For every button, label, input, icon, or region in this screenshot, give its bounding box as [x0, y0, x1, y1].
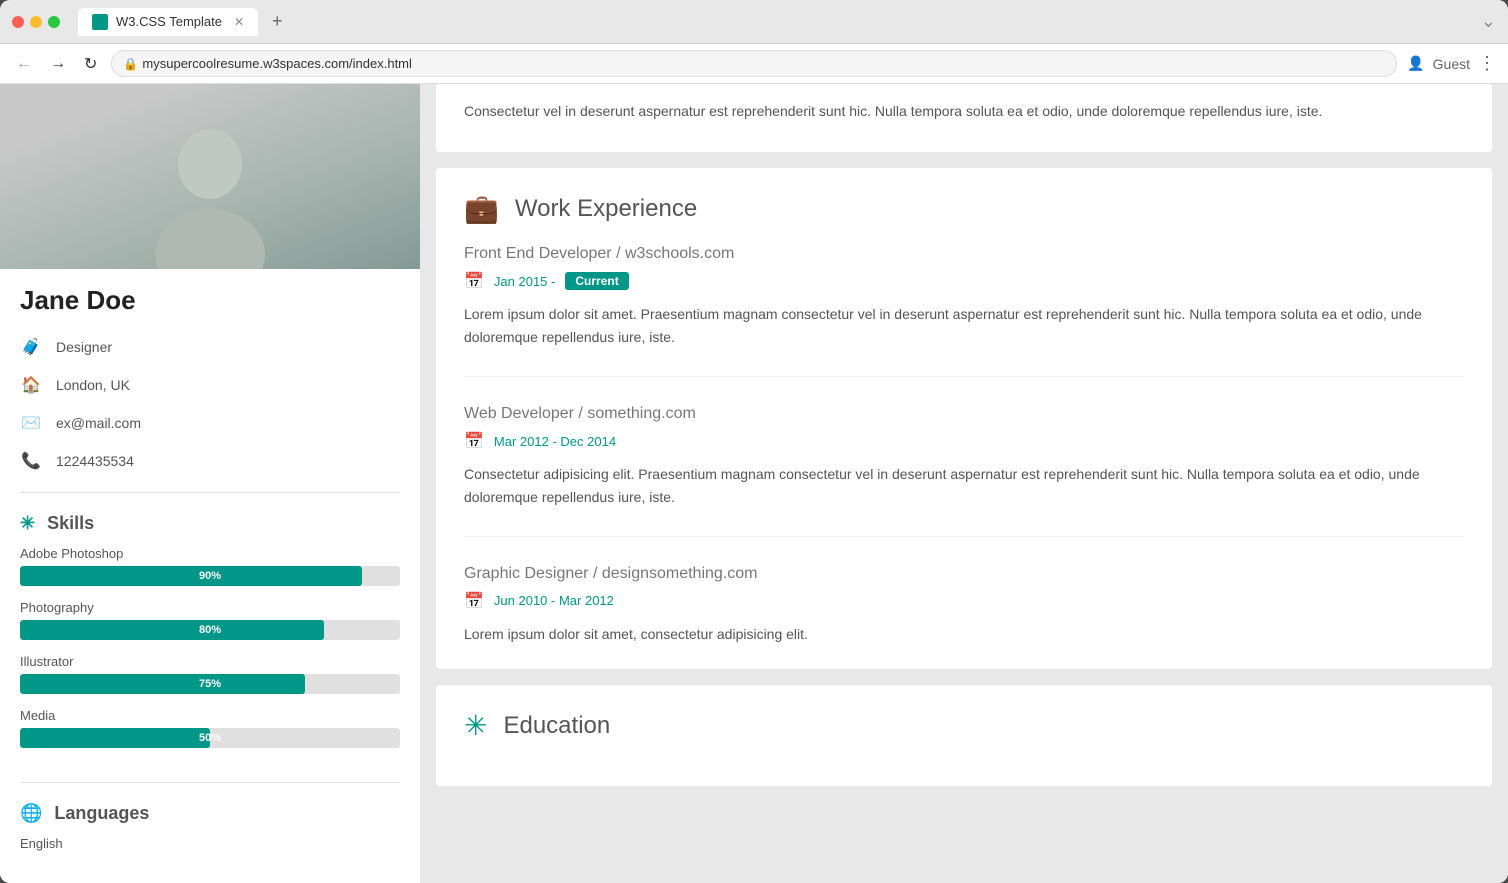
- tab-favicon: [92, 14, 108, 30]
- browser-menu: 👤 Guest ⋮: [1407, 53, 1496, 74]
- job-entry: Web Developer / something.com 📅 Mar 2012…: [464, 405, 1464, 537]
- user-avatar-icon: 👤: [1407, 55, 1424, 72]
- education-title-label: Education: [503, 712, 610, 740]
- browser-more-button[interactable]: ⋮: [1478, 53, 1496, 74]
- refresh-button[interactable]: ↻: [80, 50, 101, 78]
- minimize-dot[interactable]: [30, 16, 42, 28]
- skill-bar-label: 50%: [20, 728, 400, 748]
- skill-item: Illustrator 75%: [20, 654, 400, 694]
- intro-text: Consectetur vel in deserunt aspernatur e…: [464, 100, 1464, 122]
- job-title: Front End Developer / w3schools.com: [464, 245, 1464, 263]
- education-title: ✳ Education: [464, 709, 1464, 742]
- info-item-email: ✉️ ex@mail.com: [20, 404, 400, 442]
- skill-label: Illustrator: [20, 654, 400, 669]
- current-badge: Current: [565, 272, 628, 290]
- info-location-label: London, UK: [56, 377, 130, 393]
- job-description: Consectetur adipisicing elit. Praesentiu…: [464, 463, 1464, 508]
- address-input[interactable]: [111, 50, 1397, 77]
- intro-card: Consectetur vel in deserunt aspernatur e…: [436, 84, 1492, 152]
- browser-window: W3.CSS Template ✕ + ⌄ ← → ↻ 🔒 👤 Guest ⋮: [0, 0, 1508, 883]
- user-label: Guest: [1433, 56, 1470, 72]
- job-title: Graphic Designer / designsomething.com: [464, 565, 1464, 583]
- job-dates: 📅 Jun 2010 - Mar 2012: [464, 591, 1464, 611]
- tab-close-button[interactable]: ✕: [234, 15, 244, 29]
- skill-label: Adobe Photoshop: [20, 546, 400, 561]
- skill-bar-label: 90%: [20, 566, 400, 586]
- person-silhouette: [130, 109, 290, 269]
- email-icon: ✉️: [20, 412, 42, 434]
- browser-tab[interactable]: W3.CSS Template ✕: [78, 8, 258, 36]
- skill-item: Photography 80%: [20, 600, 400, 640]
- work-title-label: Work Experience: [515, 195, 697, 223]
- skills-section-title: ✳ Skills: [0, 505, 420, 546]
- tab-title: W3.CSS Template: [116, 14, 222, 29]
- close-dot[interactable]: [12, 16, 24, 28]
- calendar-icon: 📅: [464, 271, 484, 291]
- languages-section-title: 🌐 Languages: [0, 795, 420, 836]
- work-experience-card: 💼 Work Experience Front End Developer / …: [436, 168, 1492, 669]
- languages-title-label: Languages: [54, 803, 149, 824]
- home-icon: 🏠: [20, 374, 42, 396]
- job-entry: Front End Developer / w3schools.com 📅 Ja…: [464, 245, 1464, 377]
- job-date-start: Mar 2012 - Dec 2014: [494, 434, 616, 449]
- address-bar-wrapper: 🔒: [111, 50, 1397, 77]
- skill-bar-background: 90%: [20, 566, 400, 586]
- sidebar-divider-1: [20, 492, 400, 493]
- skills-container: Adobe Photoshop 90% Photography 80% Illu…: [0, 546, 420, 770]
- job-description: Lorem ipsum dolor sit amet. Praesentium …: [464, 303, 1464, 348]
- page-content: Jane Doe 🧳 Designer 🏠 London, UK ✉️ ex@m…: [0, 84, 1508, 883]
- back-button[interactable]: ←: [12, 51, 36, 77]
- new-tab-button[interactable]: +: [272, 11, 283, 32]
- education-icon: ✳: [464, 709, 487, 742]
- info-phone-label: 1224435534: [56, 453, 134, 469]
- language-item: English: [20, 836, 400, 851]
- job-title: Web Developer / something.com: [464, 405, 1464, 423]
- job-date-start: Jan 2015 -: [494, 274, 555, 289]
- skill-bar-background: 50%: [20, 728, 400, 748]
- profile-photo: [0, 84, 420, 269]
- window-controls: [12, 16, 60, 28]
- skill-bar-background: 75%: [20, 674, 400, 694]
- skill-label: Media: [20, 708, 400, 723]
- skill-bar-background: 80%: [20, 620, 400, 640]
- job-dates: 📅 Jan 2015 - Current: [464, 271, 1464, 291]
- job-entry: Graphic Designer / designsomething.com 📅…: [464, 565, 1464, 645]
- browser-titlebar: W3.CSS Template ✕ + ⌄: [0, 0, 1508, 44]
- maximize-dot[interactable]: [48, 16, 60, 28]
- job-dates: 📅 Mar 2012 - Dec 2014: [464, 431, 1464, 451]
- work-experience-title: 💼 Work Experience: [464, 192, 1464, 225]
- skill-bar-label: 75%: [20, 674, 400, 694]
- main-content: Consectetur vel in deserunt aspernatur e…: [420, 84, 1508, 883]
- sidebar-divider-2: [20, 782, 400, 783]
- info-job-label: Designer: [56, 339, 112, 355]
- browser-expand-button[interactable]: ⌄: [1481, 11, 1496, 32]
- briefcase-icon: 🧳: [20, 336, 42, 358]
- info-item-location: 🏠 London, UK: [20, 366, 400, 404]
- job-date-start: Jun 2010 - Mar 2012: [494, 593, 614, 608]
- skills-icon: ✳: [20, 513, 35, 534]
- browser-addressbar: ← → ↻ 🔒 👤 Guest ⋮: [0, 44, 1508, 84]
- sidebar: Jane Doe 🧳 Designer 🏠 London, UK ✉️ ex@m…: [0, 84, 420, 883]
- work-icon: 💼: [464, 192, 499, 225]
- info-email-label: ex@mail.com: [56, 415, 141, 431]
- lock-icon: 🔒: [123, 57, 138, 71]
- job-description: Lorem ipsum dolor sit amet, consectetur …: [464, 623, 1464, 645]
- forward-button[interactable]: →: [46, 51, 70, 77]
- profile-name: Jane Doe: [0, 269, 420, 328]
- calendar-icon: 📅: [464, 431, 484, 451]
- globe-icon: 🌐: [20, 803, 42, 824]
- skill-bar-label: 80%: [20, 620, 400, 640]
- info-item-phone: 📞 1224435534: [20, 442, 400, 480]
- skill-label: Photography: [20, 600, 400, 615]
- phone-icon: 📞: [20, 450, 42, 472]
- languages-container: English: [0, 836, 420, 869]
- skills-title-label: Skills: [47, 513, 94, 534]
- profile-info: 🧳 Designer 🏠 London, UK ✉️ ex@mail.com 📞…: [0, 328, 420, 480]
- skill-item: Media 50%: [20, 708, 400, 748]
- jobs-container: Front End Developer / w3schools.com 📅 Ja…: [464, 245, 1464, 645]
- calendar-icon: 📅: [464, 591, 484, 611]
- info-item-job: 🧳 Designer: [20, 328, 400, 366]
- education-card: ✳ Education: [436, 685, 1492, 786]
- skill-item: Adobe Photoshop 90%: [20, 546, 400, 586]
